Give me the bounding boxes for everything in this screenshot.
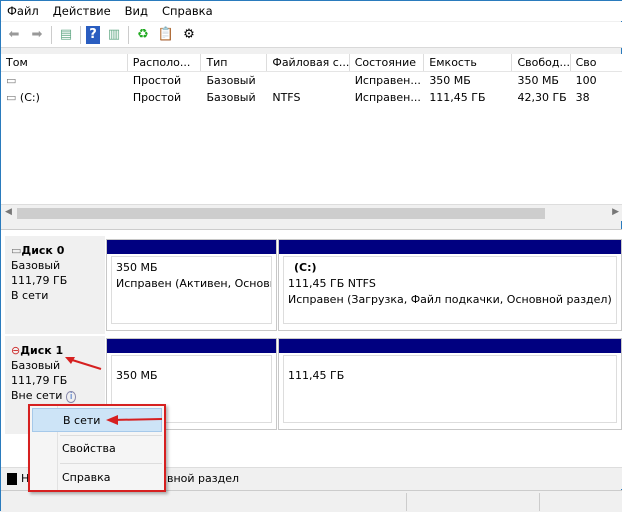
help-icon[interactable]: ? [86, 25, 100, 44]
annotation-arrow [106, 415, 163, 425]
cell: 350 МБ [517, 74, 559, 87]
divider [128, 25, 129, 44]
menu-file[interactable]: Файл [7, 4, 39, 18]
partition-size: 111,45 ГБ [288, 369, 345, 382]
offline-disk-icon: ⊖ [11, 344, 21, 357]
disk-size: 111,79 ГБ [11, 374, 68, 387]
cell: (C:) [19, 91, 40, 104]
partition-title: (C:) [294, 261, 317, 274]
partition[interactable]: 111,45 ГБ [278, 338, 622, 430]
refresh-icon[interactable]: ♻ [134, 26, 152, 44]
cell: Исправен... [354, 91, 421, 104]
cell: 100 [575, 74, 597, 87]
annotation-arrow [65, 357, 102, 370]
partition-state: Исправен (Активен, Основн [116, 277, 272, 290]
cell: NTFS [272, 91, 301, 104]
disk-type: Базовый [11, 259, 61, 272]
disk-icon: ▭ [11, 244, 22, 257]
menu-bar: Файл Действие Вид Справка [1, 1, 622, 21]
table-header: Том Располо... Тип Файловая с... Состоян… [1, 54, 622, 72]
column-header[interactable]: Располо... [128, 54, 202, 71]
cell: Исправен... [354, 74, 421, 87]
partition-size: 111,45 ГБ NTFS [288, 277, 376, 290]
column-header[interactable]: Свобод... [512, 54, 571, 71]
column-header[interactable]: Емкость [424, 54, 513, 71]
drive-icon: ▭ [6, 74, 17, 87]
unallocated-swatch [7, 472, 17, 485]
properties-icon[interactable]: 📋 [157, 26, 175, 44]
menu-action[interactable]: Действие [53, 4, 111, 18]
cell [267, 72, 349, 89]
table-row[interactable]: ▭ (C:) Простой Базовый NTFS Исправен... … [1, 89, 622, 106]
partition-state: Исправен (Загрузка, Файл подкачки, Основ… [288, 293, 612, 306]
cell: Простой [132, 74, 182, 87]
horizontal-scrollbar[interactable]: ◀ ▶ [1, 204, 622, 221]
disk-size: 111,79 ГБ [11, 274, 68, 287]
context-menu: В сети Свойства Справка [28, 404, 166, 492]
menu-item-label: Справка [62, 471, 111, 484]
console-tree-icon[interactable]: ▤ [57, 26, 75, 44]
table-row[interactable]: ▭ Простой Базовый Исправен... 350 МБ 350… [1, 72, 622, 89]
disk-0-label[interactable]: ▭Диск 0 Базовый 111,79 ГБ В сети [5, 236, 105, 334]
disk-name: Диск 0 [21, 244, 65, 257]
disk-status: Вне сети [11, 389, 63, 402]
cell: 42,30 ГБ [517, 91, 567, 104]
settings-icon[interactable]: ⚙ [180, 26, 198, 44]
scroll-thumb[interactable] [17, 208, 545, 219]
column-header[interactable]: Сво [571, 54, 622, 71]
cell: Базовый [206, 74, 256, 87]
menu-item-label: В сети [63, 414, 101, 427]
status-bar [1, 490, 622, 512]
menu-item-label: Свойства [62, 442, 116, 455]
cell: 38 [575, 91, 590, 104]
legend-item: вной раздел [167, 472, 240, 485]
column-header[interactable]: Состояние [350, 54, 425, 71]
disk-name: Диск 1 [20, 344, 64, 357]
disk-status: В сети [11, 289, 49, 302]
toolbar: ⬅ ➡ ▤ ? ▥ ♻ 📋 ⚙ [1, 22, 622, 48]
column-header[interactable]: Тип [201, 54, 268, 71]
column-header[interactable]: Файловая с... [267, 54, 350, 71]
cell: Простой [132, 91, 182, 104]
drive-icon: ▭ [6, 91, 17, 104]
divider [80, 25, 81, 44]
menu-item-properties[interactable]: Свойства [32, 437, 162, 461]
volume-table: Том Располо... Тип Файловая с... Состоян… [1, 54, 622, 204]
menu-item-help[interactable]: Справка [32, 466, 162, 490]
menu-view[interactable]: Вид [125, 4, 148, 18]
column-header[interactable]: Том [1, 54, 128, 71]
cell: 350 МБ [429, 74, 471, 87]
cell: Базовый [206, 91, 256, 104]
partition-size: 350 МБ [116, 261, 158, 274]
info-icon[interactable]: i [65, 391, 77, 403]
back-icon[interactable]: ⬅ [5, 26, 23, 44]
action-pane-icon[interactable]: ▥ [105, 26, 123, 44]
menu-help[interactable]: Справка [162, 4, 213, 18]
divider [51, 25, 52, 44]
partition[interactable]: (C:) 111,45 ГБ NTFS Исправен (Загрузка, Фа… [278, 239, 622, 331]
partition-size: 350 МБ [116, 369, 158, 382]
scroll-right-icon[interactable]: ▶ [612, 207, 619, 217]
partition[interactable]: 350 МБ Исправен (Активен, Основн [106, 239, 277, 331]
forward-icon[interactable]: ➡ [28, 26, 46, 44]
scroll-left-icon[interactable]: ◀ [5, 207, 12, 217]
cell: 111,45 ГБ [429, 91, 486, 104]
